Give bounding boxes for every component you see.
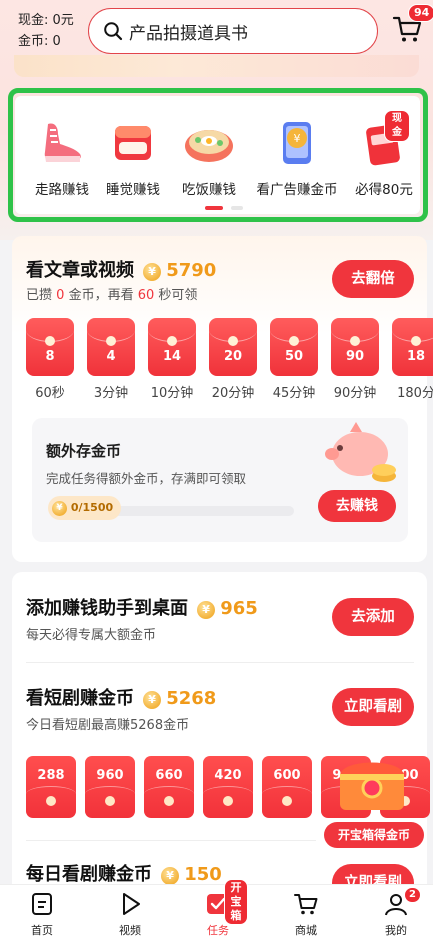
search-query: 产品拍摄道具书 xyxy=(129,23,248,44)
envelope-value: 90 xyxy=(345,349,365,364)
watch-envelope[interactable]: 14 xyxy=(148,318,196,376)
task-amount: 150 xyxy=(184,864,222,885)
envelope-value: 960 xyxy=(96,768,124,783)
task-amount: 5268 xyxy=(166,688,217,709)
envelope-time-label: 10分钟 xyxy=(150,386,194,401)
divider xyxy=(26,662,414,663)
envelope-time-label: 45分钟 xyxy=(272,386,316,401)
nav-mall[interactable]: 商城 xyxy=(276,891,336,938)
task-title-row: 添加赚钱助手到桌面 ¥ 965 xyxy=(26,594,258,620)
task-amount: 965 xyxy=(220,598,258,619)
watch-drama-button[interactable]: 立即看剧 xyxy=(332,688,414,726)
watch-envelope[interactable]: 8 xyxy=(26,318,74,376)
task-title: 每日看剧赚金币 xyxy=(26,864,152,885)
watch-title: 看文章或视频 xyxy=(26,260,134,281)
task-title-row: 看短剧赚金币 ¥ 5268 xyxy=(26,684,216,710)
bottom-nav: 首页 视频 任务 开宝箱 商城 我的 2 xyxy=(0,879,433,939)
watch-subtitle: 已攒 0 金币，再看 60 秒可领 xyxy=(26,288,198,303)
highlight-frame xyxy=(8,88,428,222)
drama-envelope[interactable]: 600 xyxy=(262,756,312,818)
watch-envelope[interactable]: 20 xyxy=(209,318,257,376)
double-button[interactable]: 去翻倍 xyxy=(332,260,414,298)
task-title: 添加赚钱助手到桌面 xyxy=(26,598,188,619)
envelope-time-label: 180分 xyxy=(397,386,433,401)
envelope-value: 660 xyxy=(155,768,183,783)
savings-panel: 额外存金币 完成任务得额外金币，存满即可领取 ¥ 0/1500 去赚钱 xyxy=(32,418,408,542)
task-title-row: 每日看剧赚金币 ¥ 150 xyxy=(26,860,222,886)
coin-icon: ¥ xyxy=(143,262,162,281)
watch-title-row: 看文章或视频 ¥ 5790 xyxy=(26,256,216,282)
drama-envelope[interactable]: 288 xyxy=(26,756,76,818)
search-icon xyxy=(104,22,123,41)
treasure-chest-icon xyxy=(340,762,404,810)
drama-envelope[interactable]: 660 xyxy=(144,756,194,818)
watch-card: 看文章或视频 ¥ 5790 已攒 0 金币，再看 60 秒可领 去翻倍 8 60秒… xyxy=(12,236,433,562)
mine-badge: 2 xyxy=(404,887,421,903)
envelope-value: 18 xyxy=(406,349,426,364)
earn-button[interactable]: 去赚钱 xyxy=(318,490,396,522)
add-to-desktop-button[interactable]: 去添加 xyxy=(332,598,414,636)
coin-icon: ¥ xyxy=(197,600,216,619)
task-subtitle: 今日看短剧最高赚5268金币 xyxy=(26,718,190,733)
watch-envelope[interactable]: 18 xyxy=(392,318,433,376)
nav-tasks[interactable]: 任务 开宝箱 xyxy=(188,879,248,938)
drama-envelope[interactable]: 960 xyxy=(85,756,135,818)
gold-balance: 金币: 0 xyxy=(18,34,61,49)
nav-video[interactable]: 视频 xyxy=(100,891,160,938)
treasure-badge: 开宝箱 xyxy=(224,879,248,925)
nav-label: 视频 xyxy=(119,924,141,937)
nav-label: 首页 xyxy=(31,924,53,937)
home-icon xyxy=(32,893,52,915)
envelope-value: 420 xyxy=(214,768,242,783)
envelope-time-label: 90分钟 xyxy=(333,386,377,401)
watch-amount: 5790 xyxy=(166,260,217,281)
envelope-value: 288 xyxy=(37,768,65,783)
envelope-time-label: 60秒 xyxy=(35,386,65,401)
envelope-value: 14 xyxy=(162,349,182,364)
envelope-value: 8 xyxy=(45,349,55,364)
envelope-time-label: 20分钟 xyxy=(211,386,255,401)
envelope-time-label: 3分钟 xyxy=(93,386,129,401)
task-subtitle: 每天必得专属大额金币 xyxy=(26,628,157,643)
envelope-value: 600 xyxy=(273,768,301,783)
coin-icon: ¥ xyxy=(143,690,162,709)
nav-label: 我的 xyxy=(385,924,407,937)
banner-peek[interactable] xyxy=(14,55,419,77)
envelope-value: 20 xyxy=(223,349,243,364)
divider xyxy=(26,840,316,841)
open-treasure-button[interactable]: 开宝箱得金币 xyxy=(324,822,424,848)
savings-title: 额外存金币 xyxy=(46,442,122,460)
envelope-value: 4 xyxy=(106,349,116,364)
cart-badge: 94 xyxy=(408,4,433,22)
balance-info[interactable]: 现金: 0元 金币: 0 xyxy=(18,10,74,52)
savings-progress-text: 0/1500 xyxy=(70,501,114,514)
envelope-value: 50 xyxy=(284,349,304,364)
cash-balance: 现金: 0元 xyxy=(18,13,74,28)
savings-progress-pill: ¥ 0/1500 xyxy=(48,496,122,520)
coin-icon: ¥ xyxy=(52,500,67,516)
watch-envelope[interactable]: 90 xyxy=(331,318,379,376)
search-bar[interactable]: 产品拍摄道具书 xyxy=(88,8,378,54)
nav-home[interactable]: 首页 xyxy=(12,891,72,938)
watch-envelope[interactable]: 50 xyxy=(270,318,318,376)
nav-label: 商城 xyxy=(295,924,317,937)
drama-envelope[interactable]: 420 xyxy=(203,756,253,818)
task-title: 看短剧赚金币 xyxy=(26,688,134,709)
watch-envelope[interactable]: 4 xyxy=(87,318,135,376)
cart-icon xyxy=(294,894,318,915)
coin-icon: ¥ xyxy=(161,866,180,885)
nav-mine[interactable]: 我的 2 xyxy=(366,887,426,938)
piggy-bank-icon xyxy=(325,422,396,482)
savings-desc: 完成任务得额外金币，存满即可领取 xyxy=(46,471,247,486)
treasure-chest[interactable] xyxy=(322,750,422,822)
cart-button[interactable]: 94 xyxy=(392,4,433,46)
task-card: 添加赚钱助手到桌面 ¥ 965 每天必得专属大额金币 去添加 看短剧赚金币 ¥ … xyxy=(12,572,430,902)
play-icon xyxy=(123,893,140,915)
